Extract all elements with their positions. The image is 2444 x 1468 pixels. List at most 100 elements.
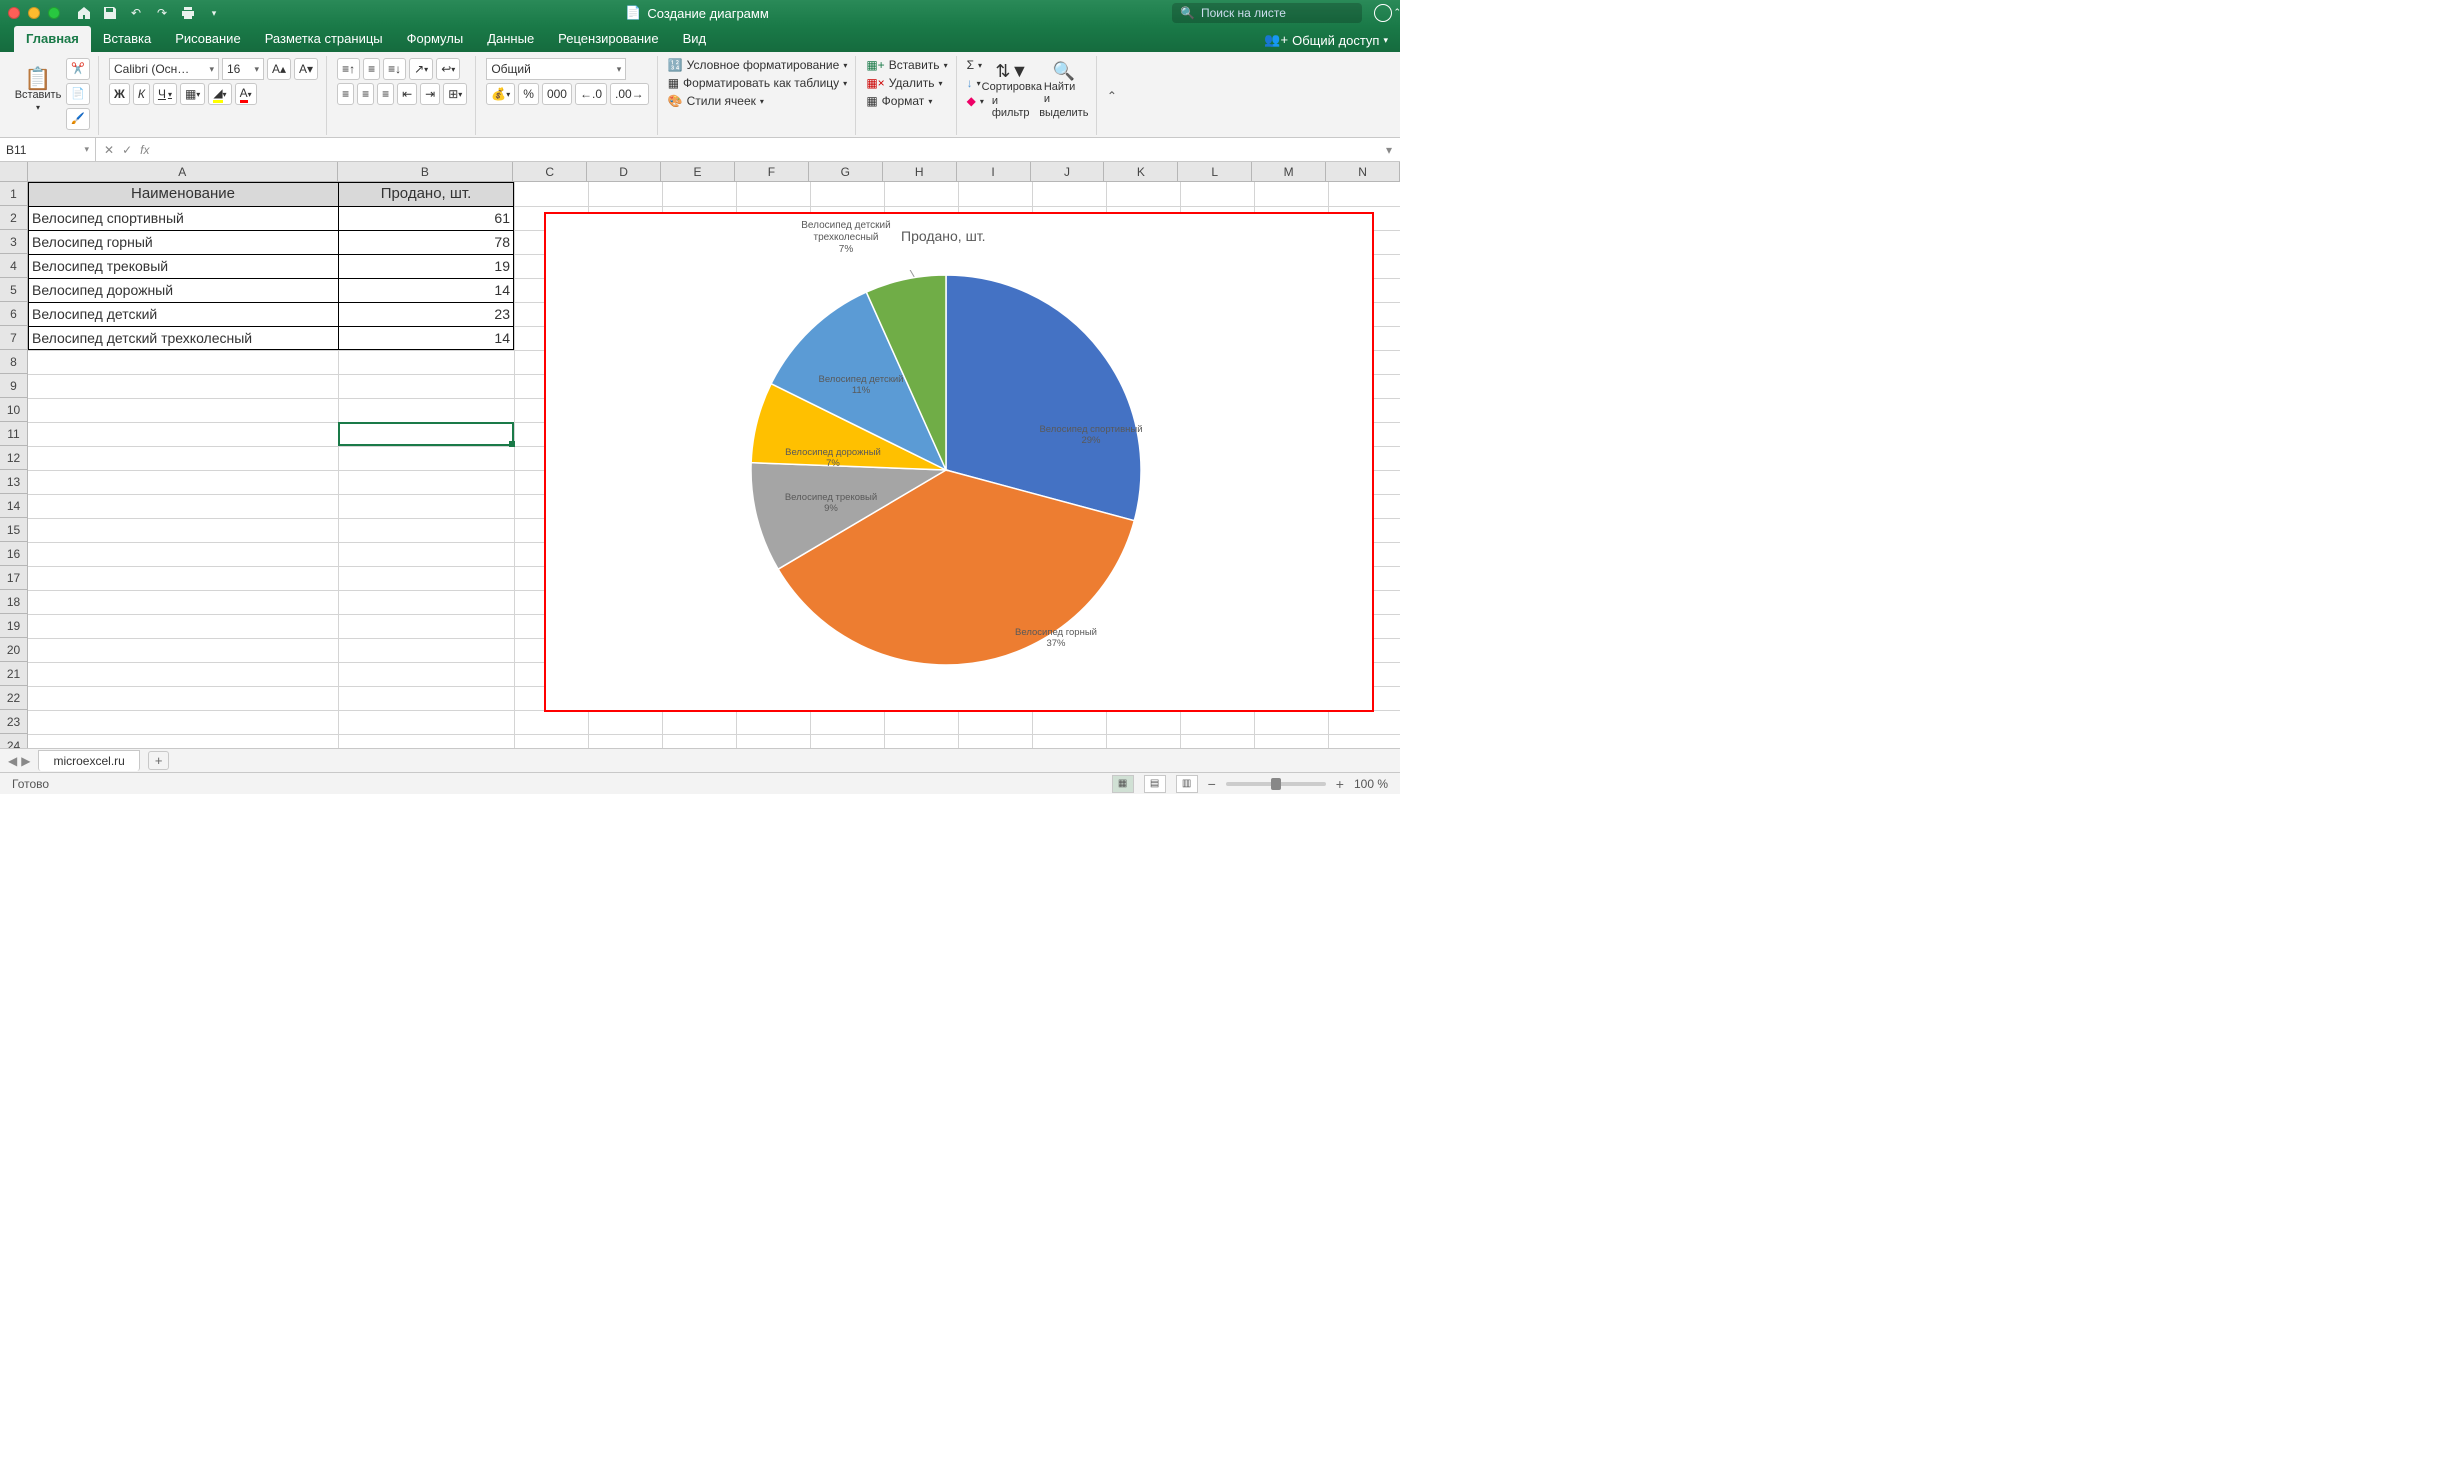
row-header-15[interactable]: 15 [0, 518, 27, 542]
zoom-in-button[interactable]: + [1336, 776, 1344, 792]
autosum-button[interactable]: Σ▾ [967, 58, 984, 72]
percent-button[interactable]: % [518, 83, 539, 105]
increase-font-button[interactable]: A▴ [267, 58, 291, 80]
fx-icon[interactable]: fx [140, 143, 149, 157]
orientation-button[interactable]: ↗▾ [409, 58, 433, 80]
bold-button[interactable]: Ж [109, 83, 130, 105]
col-header-I[interactable]: I [957, 162, 1031, 181]
row-header-4[interactable]: 4 [0, 254, 27, 278]
cell-A7[interactable]: Велосипед детский трехколесный [28, 326, 338, 350]
expand-formula-bar[interactable]: ▾ [1378, 143, 1400, 157]
row-header-2[interactable]: 2 [0, 206, 27, 230]
copy-button[interactable]: 📄 [66, 83, 90, 105]
italic-button[interactable]: К [133, 83, 150, 105]
row-header-20[interactable]: 20 [0, 638, 27, 662]
col-header-H[interactable]: H [883, 162, 957, 181]
search-box[interactable]: 🔍 Поиск на листе [1172, 3, 1362, 23]
number-format-combo[interactable]: Общий▾ [486, 58, 626, 80]
conditional-formatting-button[interactable]: 🔢Условное форматирование ▾ [668, 58, 848, 72]
font-color-button[interactable]: A▾ [235, 83, 257, 105]
share-button[interactable]: 👥+ Общий доступ ▾ [1252, 28, 1400, 52]
cell-B5[interactable]: 14 [338, 278, 514, 302]
row-header-21[interactable]: 21 [0, 662, 27, 686]
align-top-button[interactable]: ≡↑ [337, 58, 360, 80]
cell-B7[interactable]: 14 [338, 326, 514, 350]
page-layout-view-button[interactable]: ▤ [1144, 775, 1166, 793]
undo-icon[interactable]: ↶ [128, 5, 144, 21]
row-header-19[interactable]: 19 [0, 614, 27, 638]
home-icon[interactable] [76, 5, 92, 21]
accounting-format-button[interactable]: 💰▾ [486, 83, 515, 105]
cell-B3[interactable]: 78 [338, 230, 514, 254]
col-header-A[interactable]: A [28, 162, 338, 181]
tab-view[interactable]: Вид [671, 26, 719, 52]
increase-decimal-button[interactable]: ←.0 [575, 83, 607, 105]
enter-formula-icon[interactable]: ✓ [122, 143, 132, 157]
col-header-K[interactable]: K [1104, 162, 1178, 181]
col-header-E[interactable]: E [661, 162, 735, 181]
col-header-N[interactable]: N [1326, 162, 1400, 181]
cell-B4[interactable]: 19 [338, 254, 514, 278]
cell-A5[interactable]: Велосипед дорожный [28, 278, 338, 302]
cancel-formula-icon[interactable]: ✕ [104, 143, 114, 157]
delete-cells-button[interactable]: ▦×Удалить ▾ [866, 76, 942, 90]
tab-home[interactable]: Главная [14, 26, 91, 52]
col-header-F[interactable]: F [735, 162, 809, 181]
cell-A2[interactable]: Велосипед спортивный [28, 206, 338, 230]
row-header-11[interactable]: 11 [0, 422, 27, 446]
redo-icon[interactable]: ↷ [154, 5, 170, 21]
row-header-18[interactable]: 18 [0, 590, 27, 614]
clear-button[interactable]: ◆▾ [967, 94, 984, 108]
zoom-out-button[interactable]: − [1208, 776, 1216, 792]
tab-insert[interactable]: Вставка [91, 26, 163, 52]
row-header-23[interactable]: 23 [0, 710, 27, 734]
comma-button[interactable]: 000 [542, 83, 572, 105]
cell-A3[interactable]: Велосипед горный [28, 230, 338, 254]
underline-button[interactable]: Ч▾ [153, 83, 177, 105]
cell-styles-button[interactable]: 🎨Стили ячеек ▾ [668, 94, 764, 108]
tab-review[interactable]: Рецензирование [546, 26, 670, 52]
row-header-24[interactable]: 24 [0, 734, 27, 748]
add-sheet-button[interactable]: + [148, 751, 170, 770]
cell-B2[interactable]: 61 [338, 206, 514, 230]
qat-arrow-icon[interactable]: ▾ [206, 5, 222, 21]
row-header-7[interactable]: 7 [0, 326, 27, 350]
col-header-L[interactable]: L [1178, 162, 1252, 181]
insert-cells-button[interactable]: ▦+Вставить ▾ [866, 58, 947, 72]
paste-button[interactable]: 📋 Вставить ▾ [14, 58, 62, 124]
cell-B1[interactable]: Продано, шт. [338, 182, 514, 206]
font-size-combo[interactable]: 16▾ [222, 58, 264, 80]
zoom-slider[interactable] [1226, 782, 1326, 786]
spreadsheet-grid[interactable]: ABCDEFGHIJKLMN 1234567891011121314151617… [0, 162, 1400, 748]
fill-color-button[interactable]: ◢▾ [208, 83, 231, 105]
row-header-9[interactable]: 9 [0, 374, 27, 398]
col-header-D[interactable]: D [587, 162, 661, 181]
format-cells-button[interactable]: ▦Формат ▾ [866, 94, 932, 108]
wrap-text-button[interactable]: ↩▾ [436, 58, 460, 80]
select-all-corner[interactable] [0, 162, 28, 182]
align-left-button[interactable]: ≡ [337, 83, 354, 105]
row-header-13[interactable]: 13 [0, 470, 27, 494]
borders-button[interactable]: ▦▾ [180, 83, 205, 105]
chart-object[interactable]: Велосипед детский трехколесный7% Продано… [544, 212, 1374, 712]
align-right-button[interactable]: ≡ [377, 83, 394, 105]
row-header-17[interactable]: 17 [0, 566, 27, 590]
cell-A1[interactable]: Наименование [28, 182, 338, 206]
cut-button[interactable]: ✂️ [66, 58, 90, 80]
tab-formulas[interactable]: Формулы [395, 26, 476, 52]
row-header-3[interactable]: 3 [0, 230, 27, 254]
name-box[interactable]: B11 [0, 138, 96, 161]
increase-indent-button[interactable]: ⇥ [420, 83, 440, 105]
col-header-B[interactable]: B [338, 162, 514, 181]
align-middle-button[interactable]: ≡ [363, 58, 380, 80]
col-header-J[interactable]: J [1031, 162, 1105, 181]
normal-view-button[interactable]: ▦ [1112, 775, 1134, 793]
feedback-smiley-icon[interactable] [1374, 4, 1392, 22]
decrease-decimal-button[interactable]: .00→ [610, 83, 649, 105]
next-sheet-button[interactable]: ▶ [21, 754, 30, 768]
window-close[interactable] [8, 7, 20, 19]
row-header-5[interactable]: 5 [0, 278, 27, 302]
merge-button[interactable]: ⊞▾ [443, 83, 467, 105]
prev-sheet-button[interactable]: ◀ [8, 754, 17, 768]
row-header-1[interactable]: 1 [0, 182, 27, 206]
